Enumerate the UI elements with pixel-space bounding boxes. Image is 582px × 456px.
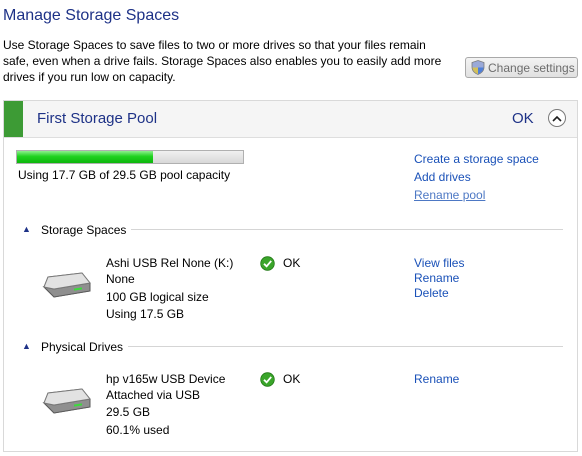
pool-status-strip	[4, 101, 23, 137]
page-description: Use Storage Spaces to save files to two …	[3, 38, 442, 84]
uac-shield-icon	[471, 60, 485, 75]
pool-header: First Storage Pool OK	[4, 101, 577, 138]
drive-connection: Attached via USB	[106, 388, 201, 402]
rename-drive-link[interactable]: Rename	[414, 371, 459, 387]
page-title: Manage Storage Spaces	[3, 7, 180, 24]
add-drives-link[interactable]: Add drives	[414, 169, 471, 185]
pool-capacity-text: Using 17.7 GB of 29.5 GB pool capacity	[18, 168, 231, 182]
drive-size: 29.5 GB	[106, 405, 151, 419]
green-check-icon	[260, 256, 275, 271]
space-resiliency: None	[106, 272, 135, 286]
rename-pool-link[interactable]: Rename pool	[414, 187, 485, 203]
drive-name: hp v165w USB Device	[106, 372, 226, 386]
space-usage: Using 17.5 GB	[106, 307, 185, 321]
collapse-pool-button[interactable]	[548, 109, 566, 127]
delete-space-link[interactable]: Delete	[414, 285, 449, 301]
physical-drives-section-title: Physical Drives	[41, 340, 124, 354]
change-settings-button[interactable]: Change settings	[465, 57, 578, 78]
space-size: 100 GB logical size	[106, 290, 209, 304]
create-storage-space-link[interactable]: Create a storage space	[414, 151, 539, 167]
drive-usage: 60.1% used	[106, 423, 170, 437]
section-divider	[128, 346, 563, 347]
hard-drive-icon	[42, 272, 91, 298]
drive-status: OK	[283, 372, 301, 386]
green-check-icon	[260, 372, 275, 387]
pool-name: First Storage Pool	[37, 110, 158, 127]
pool-capacity-bar	[16, 150, 244, 164]
space-name: Ashi USB Rel None (K:)	[106, 256, 234, 270]
pool-status: OK	[512, 110, 534, 127]
chevron-up-icon	[552, 115, 562, 122]
storage-spaces-section-title: Storage Spaces	[41, 223, 127, 237]
space-status: OK	[283, 256, 301, 270]
view-files-link[interactable]: View files	[414, 255, 464, 271]
pool-capacity-fill	[17, 151, 153, 163]
section-divider	[131, 229, 563, 230]
storage-spaces-collapse-icon[interactable]: ▲	[22, 224, 31, 234]
hard-drive-icon	[42, 388, 91, 414]
physical-drives-collapse-icon[interactable]: ▲	[22, 341, 31, 351]
rename-space-link[interactable]: Rename	[414, 270, 459, 286]
change-settings-label: Change settings	[488, 60, 575, 75]
